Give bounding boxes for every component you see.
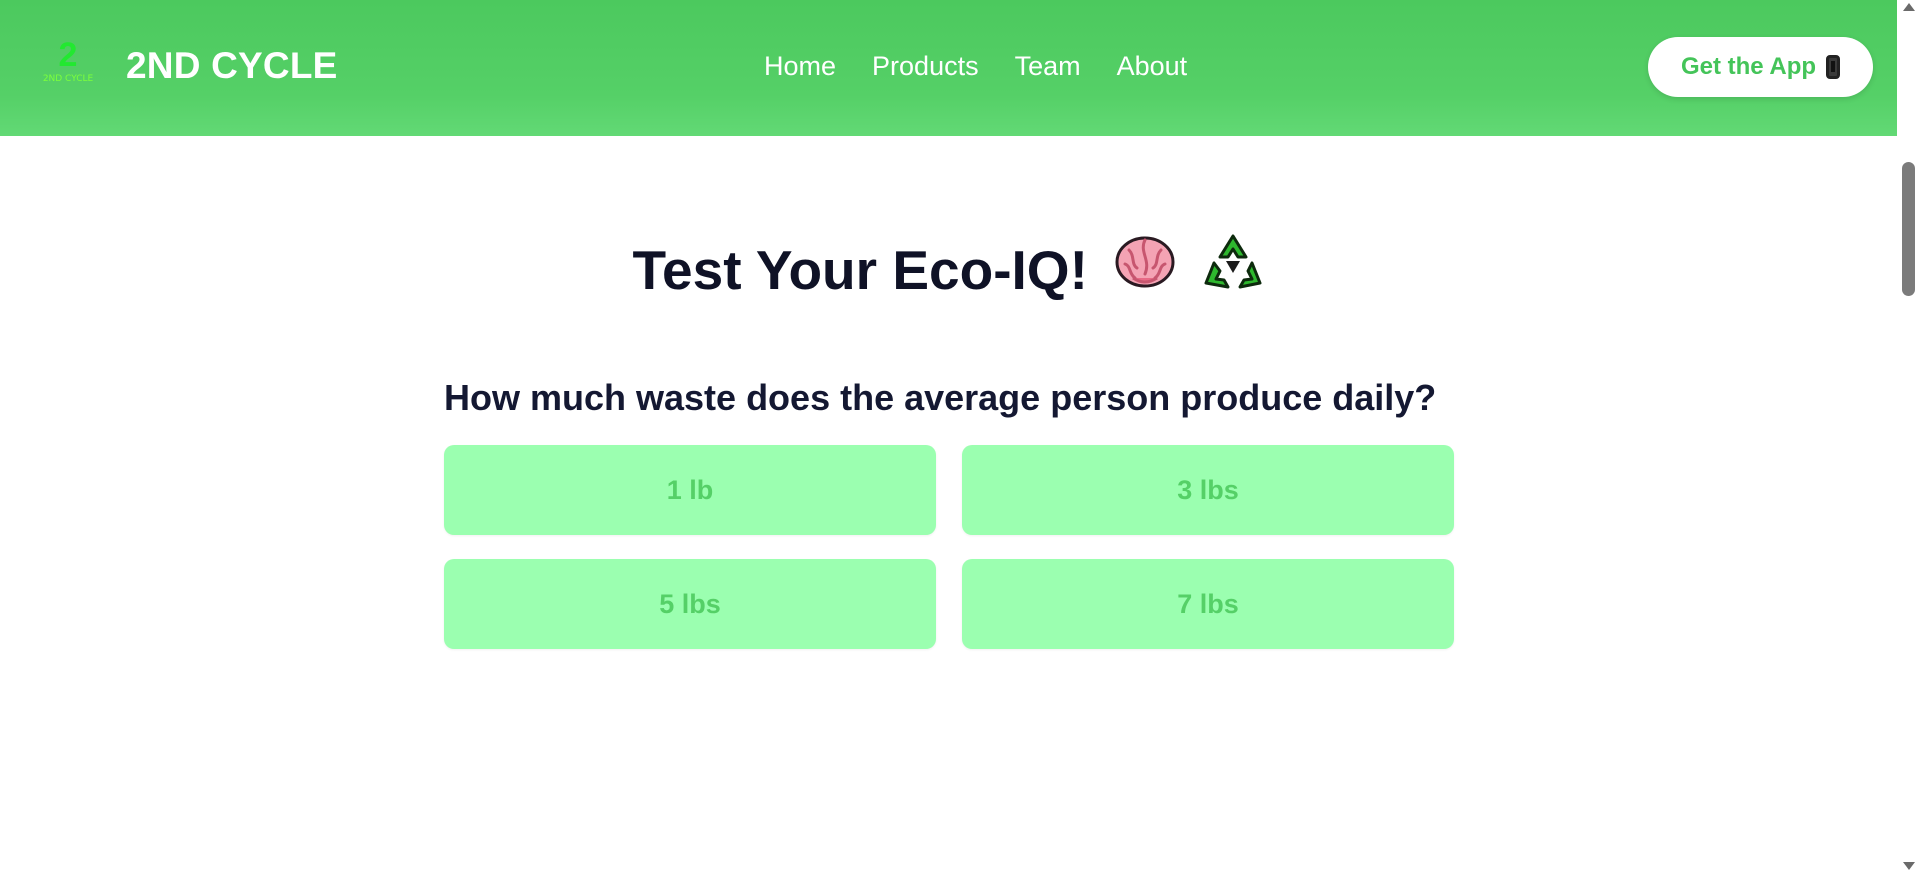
nav-links: Home Products Team About — [764, 48, 1187, 84]
answer-label: 7 lbs — [1177, 588, 1239, 619]
nav-about-link[interactable]: About — [1117, 48, 1188, 84]
scroll-up-arrow-icon[interactable] — [1903, 3, 1915, 11]
mobile-phone-icon — [1826, 55, 1841, 79]
logo-digit: 2 — [58, 36, 78, 74]
scroll-down-arrow-icon[interactable] — [1903, 862, 1915, 870]
answer-label: 5 lbs — [659, 588, 721, 619]
scrollbar-thumb[interactable] — [1902, 162, 1915, 296]
top-navbar: 2 2ND CYCLE 2ND CYCLE Home Products Team… — [0, 0, 1897, 136]
logo-text: 2ND CYCLE — [42, 74, 94, 84]
get-the-app-button[interactable]: Get the App — [1648, 37, 1873, 97]
page-scrollbar[interactable] — [1897, 0, 1920, 873]
recycle-icon — [1202, 231, 1264, 310]
get-the-app-label: Get the App — [1680, 53, 1817, 80]
answer-label: 3 lbs — [1177, 474, 1239, 505]
answer-label: 1 lb — [666, 474, 714, 505]
answer-grid: 1 lb 3 lbs 5 lbs 7 lbs — [444, 445, 1454, 649]
answer-option-5lbs[interactable]: 5 lbs — [444, 559, 936, 649]
answer-option-7lbs[interactable]: 7 lbs — [962, 559, 1454, 649]
nav-home-link[interactable]: Home — [764, 48, 836, 84]
answer-option-3lbs[interactable]: 3 lbs — [962, 445, 1454, 535]
quiz-title-text: Test Your Eco-IQ! — [632, 239, 1088, 301]
quiz-title: Test Your Eco-IQ! — [0, 234, 1897, 314]
logo[interactable]: 2 2ND CYCLE — [42, 36, 94, 90]
brand-name[interactable]: 2ND CYCLE — [126, 44, 338, 88]
brain-icon — [1115, 234, 1175, 307]
nav-team-link[interactable]: Team — [1015, 48, 1081, 84]
quiz-question: How much waste does the average person p… — [444, 377, 1437, 418]
nav-products-link[interactable]: Products — [872, 48, 979, 84]
answer-option-1lb[interactable]: 1 lb — [444, 445, 936, 535]
